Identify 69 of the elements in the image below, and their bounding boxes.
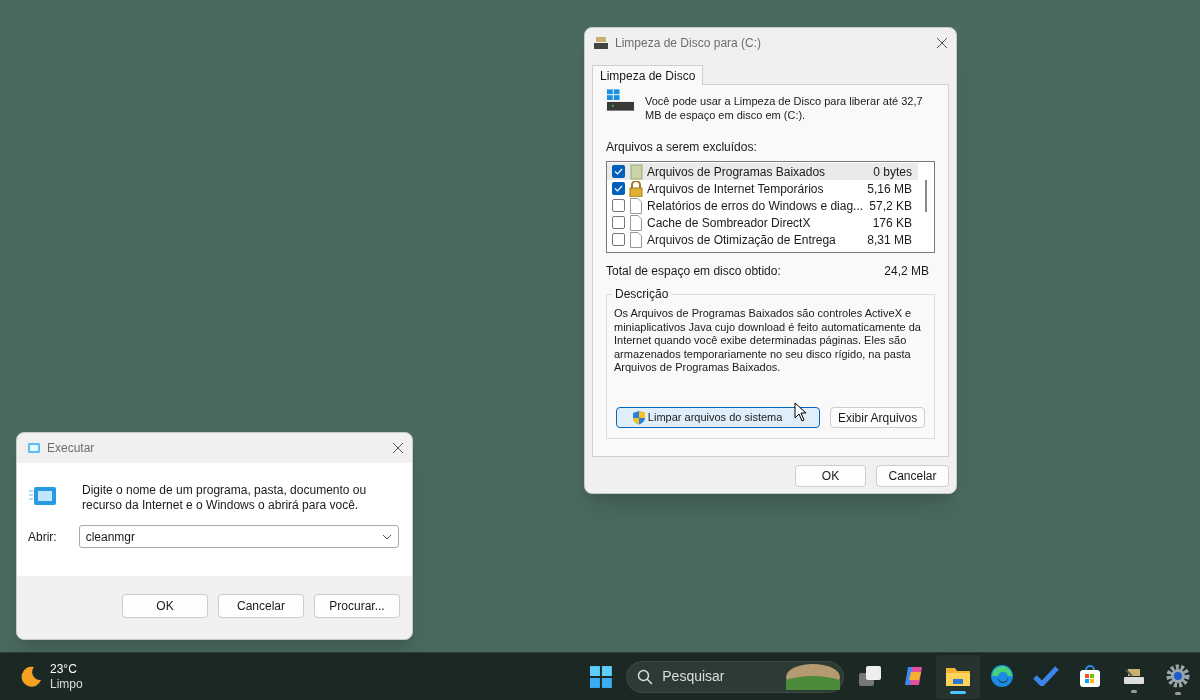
open-combobox[interactable]: cleanmgr <box>78 525 399 548</box>
checkmark-icon[interactable] <box>1033 665 1059 686</box>
file-size: 0 bytes <box>873 163 912 181</box>
file-name: Relatórios de erros do Windows e diag... <box>647 197 865 215</box>
file-name: Arquivos de Programas Baixados <box>647 163 827 181</box>
file-row[interactable]: Arquivos de Internet Temporários 5,16 MB <box>607 180 918 197</box>
cancel-button[interactable]: Cancelar <box>876 465 949 487</box>
view-files-button[interactable]: Exibir Arquivos <box>830 407 925 428</box>
checkbox[interactable] <box>612 199 625 212</box>
group-title: Descrição <box>612 287 672 301</box>
disk-cleanup-icon <box>593 36 609 50</box>
file-size: 57,2 KB <box>869 197 912 215</box>
lock-icon <box>629 180 643 197</box>
search-box[interactable]: Pesquisar <box>626 660 844 693</box>
ok-button[interactable]: OK <box>795 465 866 487</box>
files-label: Arquivos a serem excluídos: <box>606 139 758 156</box>
start-icon[interactable] <box>590 665 613 688</box>
close-icon[interactable] <box>936 37 948 49</box>
run-icon <box>25 442 41 454</box>
file-size: 176 KB <box>872 214 912 232</box>
browser-icon[interactable] <box>990 663 1014 688</box>
weather-condition[interactable]: Limpo <box>50 676 83 692</box>
checkbox[interactable] <box>612 165 625 178</box>
checkbox[interactable] <box>612 233 625 246</box>
file-row[interactable]: Arquivos de Programas Baixados 0 bytes <box>607 163 918 180</box>
cancel-button[interactable]: Cancelar <box>218 594 304 618</box>
file-name: Cache de Sombreador DirectX <box>647 214 812 232</box>
ok-button[interactable]: OK <box>122 594 208 618</box>
scrollbar-thumb[interactable] <box>925 180 927 212</box>
checkbox[interactable] <box>612 216 625 229</box>
task-view-icon[interactable] <box>858 664 882 687</box>
temperature[interactable]: 23°C <box>50 661 83 677</box>
close-icon[interactable] <box>392 442 404 454</box>
search-icon <box>637 668 654 685</box>
mouse-cursor-icon <box>794 402 807 422</box>
prompt-text: Digite o nome de um programa, pasta, documento ou recurso da Internet e o Windows o abrirá para você. <box>82 483 368 513</box>
clean-system-files-button[interactable]: Limpar arquivos do sistema <box>616 407 821 428</box>
window-title: Executar <box>47 440 96 457</box>
file-size: 8,31 MB <box>867 231 912 249</box>
file-size: 5,16 MB <box>867 180 912 198</box>
file-name: Arquivos de Internet Temporários <box>647 180 825 198</box>
open-label: Abrir: <box>28 528 57 546</box>
total-label: Total de espaço em disco obtido: <box>606 263 782 280</box>
document-icon <box>630 197 642 214</box>
landscape-icon <box>786 663 840 690</box>
checkbox[interactable] <box>612 182 625 195</box>
tab[interactable]: Limpeza de Disco <box>592 65 704 85</box>
file-row[interactable]: Relatórios de erros do Windows e diag... 57,2 KB <box>607 197 918 214</box>
document-icon <box>630 231 642 248</box>
total-value: 24,2 MB <box>884 263 929 280</box>
folder-icon <box>629 163 643 180</box>
file-row[interactable]: Arquivos de Otimização de Entrega 8,31 MB <box>607 231 918 248</box>
settings-icon[interactable] <box>1166 663 1190 688</box>
checkmark-icon <box>614 168 623 175</box>
window-title: Limpeza de Disco para (C:) <box>615 35 763 52</box>
browse-button[interactable]: Procurar... <box>314 594 400 618</box>
shield-icon <box>631 410 646 425</box>
chevron-down-icon[interactable] <box>381 533 392 540</box>
checkmark-icon <box>614 185 623 192</box>
moon-icon[interactable] <box>20 665 42 688</box>
file-name: Arquivos de Otimização de Entrega <box>647 231 837 249</box>
store-icon[interactable] <box>1079 663 1101 688</box>
drive-icon <box>606 88 635 112</box>
taskbar-app[interactable] <box>936 654 980 699</box>
description-text: Os Arquivos de Programas Baixados são controles ActiveX e miniaplicativos Java cujo download é feito automaticamente da Internet quando você exibe determinadas páginas. Eles são armazenados temporariamente no seu disco rígido, na pasta Arquivos de Programas Baixados. <box>614 307 922 375</box>
intro-text: Você pode usar a Limpeza de Disco para liberar até 32,7 MB de espaço em disco em (C:). <box>645 94 924 122</box>
document-icon <box>630 214 642 231</box>
search-placeholder: Pesquisar <box>662 667 726 686</box>
file-row[interactable]: Cache de Sombreador DirectX 176 KB <box>607 214 918 231</box>
